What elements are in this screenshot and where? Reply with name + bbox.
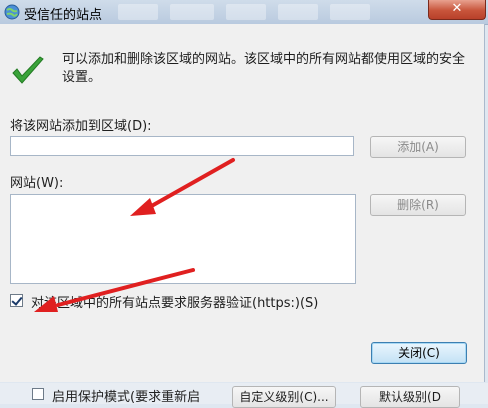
add-button[interactable]: 添加(A) xyxy=(370,136,466,158)
globe-icon xyxy=(4,4,20,20)
https-checkbox[interactable] xyxy=(10,294,23,307)
checkmark-icon xyxy=(12,56,44,84)
window-title: 受信任的站点 xyxy=(24,8,103,23)
close-button[interactable]: 关闭(C) xyxy=(371,342,467,364)
background-tab xyxy=(330,4,370,20)
close-window-button[interactable]: ✕ xyxy=(428,0,486,20)
background-tab xyxy=(226,4,266,20)
websites-label: 网站(W): xyxy=(10,176,64,191)
protected-mode-checkbox[interactable] xyxy=(32,388,44,400)
title-bar: 受信任的站点 ✕ xyxy=(0,0,488,25)
custom-level-button[interactable]: 自定义级别(C)... xyxy=(232,386,336,408)
background-tab xyxy=(170,4,214,20)
background-tab xyxy=(118,4,158,20)
background-tab xyxy=(278,4,318,20)
remove-button[interactable]: 删除(R) xyxy=(370,194,466,216)
https-checkbox-label: 对该区域中的所有站点要求服务器验证(https:)(S) xyxy=(31,296,319,311)
dialog-body: 可以添加和删除该区域的网站。该区域中的所有网站都使用区域的安全设置。 将该网站添… xyxy=(0,24,485,382)
add-site-label: 将该网站添加到区域(D): xyxy=(10,119,152,134)
add-site-input[interactable] xyxy=(10,136,354,156)
protected-mode-label: 启用保护模式(要求重新启 xyxy=(52,390,201,405)
websites-list[interactable] xyxy=(10,194,356,284)
default-level-button[interactable]: 默认级别(D xyxy=(360,386,460,408)
info-text: 可以添加和删除该区域的网站。该区域中的所有网站都使用区域的安全设置。 xyxy=(62,52,466,85)
